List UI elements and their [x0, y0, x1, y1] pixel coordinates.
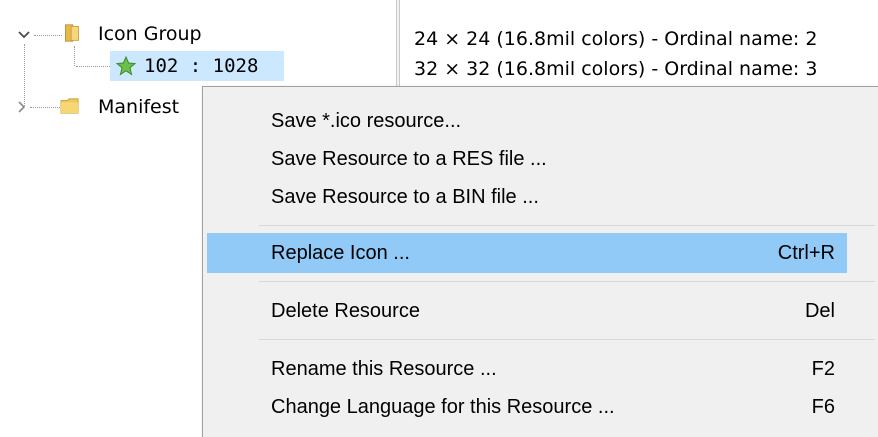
- tree-connector: [24, 44, 25, 106]
- context-menu: Save *.ico resource... Save Resource to …: [202, 86, 878, 437]
- tree-node-label: 102 : 1028: [144, 55, 259, 77]
- menu-item-replace-icon[interactable]: Replace Icon ... Ctrl+R: [207, 233, 847, 273]
- tree-connector: [76, 66, 112, 67]
- tree-node-selected[interactable]: 102 : 1028: [110, 51, 284, 81]
- detail-line: 32 × 32 (16.8mil colors) - Ordinal name:…: [414, 58, 818, 80]
- menu-separator: [259, 281, 875, 282]
- menu-item-rename-resource[interactable]: Rename this Resource ... F2: [207, 349, 847, 389]
- menu-item-label: Save *.ico resource...: [271, 109, 462, 132]
- menu-item-shortcut: Ctrl+R: [777, 241, 835, 264]
- menu-item-save-res[interactable]: Save Resource to a RES file ...: [207, 139, 847, 179]
- star-icon: [116, 56, 136, 76]
- menu-item-shortcut: F6: [811, 395, 835, 418]
- menu-item-label: Save Resource to a BIN file ...: [271, 185, 539, 208]
- menu-item-save-bin[interactable]: Save Resource to a BIN file ...: [207, 177, 847, 217]
- menu-item-label: Replace Icon ...: [271, 241, 410, 264]
- menu-item-shortcut: F2: [811, 357, 835, 380]
- tree-connector: [74, 46, 75, 66]
- tree-node-manifest[interactable]: Manifest: [98, 94, 179, 120]
- menu-item-shortcut: Del: [804, 299, 835, 322]
- tree-node-icon-group[interactable]: Icon Group: [98, 21, 202, 47]
- folder-open-icon: [65, 24, 79, 42]
- folder-icon: [60, 98, 79, 114]
- tree-connector: [30, 107, 60, 108]
- menu-separator: [259, 225, 875, 226]
- detail-line: 24 × 24 (16.8mil colors) - Ordinal name:…: [414, 28, 818, 50]
- menu-item-save-ico[interactable]: Save *.ico resource...: [207, 101, 847, 141]
- menu-item-label: Save Resource to a RES file ...: [271, 147, 547, 170]
- menu-item-change-language[interactable]: Change Language for this Resource ... F6: [207, 387, 847, 427]
- menu-item-delete-resource[interactable]: Delete Resource Del: [207, 291, 847, 331]
- menu-item-label: Rename this Resource ...: [271, 357, 497, 380]
- chevron-right-icon[interactable]: [15, 100, 29, 114]
- menu-item-label: Delete Resource: [271, 299, 420, 322]
- chevron-down-icon[interactable]: [17, 28, 31, 42]
- menu-item-label: Change Language for this Resource ...: [271, 395, 615, 418]
- tree-connector: [34, 35, 62, 36]
- menu-separator: [259, 339, 875, 340]
